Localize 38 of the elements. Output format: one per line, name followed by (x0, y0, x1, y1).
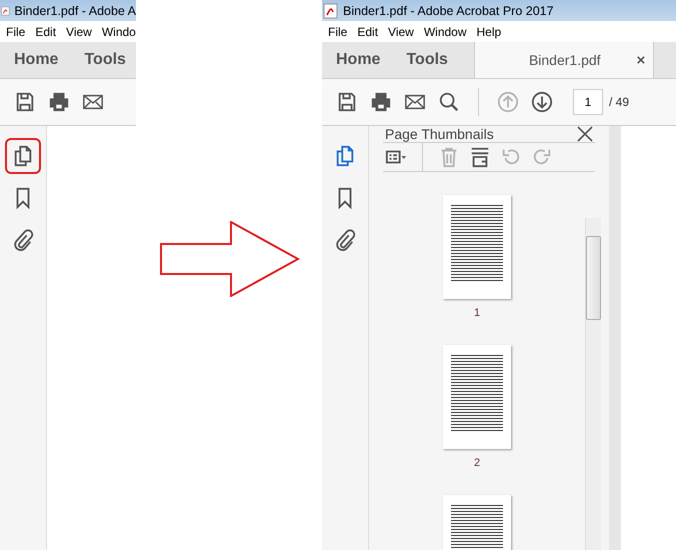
print-icon[interactable] (48, 91, 70, 113)
menu-item[interactable]: File (328, 24, 348, 38)
panel-title: Page Thumbnails (385, 126, 494, 142)
page-number-field[interactable]: 1 (573, 89, 603, 115)
menu-item[interactable]: Window (424, 24, 467, 38)
close-tab-button[interactable]: × (630, 42, 654, 78)
window-title: Binder1.pdf - Adobe A (14, 4, 136, 18)
window-title: Binder1.pdf - Adobe Acrobat Pro 2017 (343, 4, 554, 18)
print-icon[interactable] (370, 91, 392, 113)
pages-icon[interactable] (12, 145, 34, 167)
menu-item[interactable]: Windo (102, 24, 136, 38)
pdf-file-icon (323, 2, 339, 18)
menu-item[interactable]: View (66, 24, 92, 38)
nav-tab[interactable]: Tools (70, 51, 136, 69)
menu-item[interactable]: Edit (357, 24, 378, 38)
close-icon[interactable] (577, 126, 593, 142)
page-number-label: 1 (474, 307, 480, 319)
menu-item[interactable]: Help (476, 24, 502, 38)
page-thumbnail[interactable] (443, 345, 511, 449)
nav-tab[interactable]: Tools (392, 51, 460, 69)
menu-item[interactable]: File (6, 24, 26, 38)
save-icon[interactable] (14, 91, 36, 113)
page-number-label: 2 (474, 457, 480, 469)
scrollbar[interactable] (585, 218, 601, 550)
menu-item[interactable]: Edit (35, 24, 56, 38)
nav-tab[interactable]: Home (0, 51, 70, 69)
pages-icon[interactable] (334, 145, 356, 167)
paperclip-icon[interactable] (334, 229, 356, 251)
menu-item[interactable]: View (388, 24, 414, 38)
document-tab[interactable]: Binder1.pdf (474, 42, 631, 78)
page-count: / 49 (609, 95, 630, 109)
save-icon[interactable] (336, 91, 358, 113)
scrollbar-thumb[interactable] (586, 236, 601, 320)
nav-tab[interactable]: Home (322, 51, 392, 69)
paperclip-icon[interactable] (12, 229, 34, 251)
extract-icon[interactable] (469, 146, 491, 168)
page-thumbnail[interactable] (443, 195, 511, 299)
search-icon[interactable] (438, 91, 460, 113)
